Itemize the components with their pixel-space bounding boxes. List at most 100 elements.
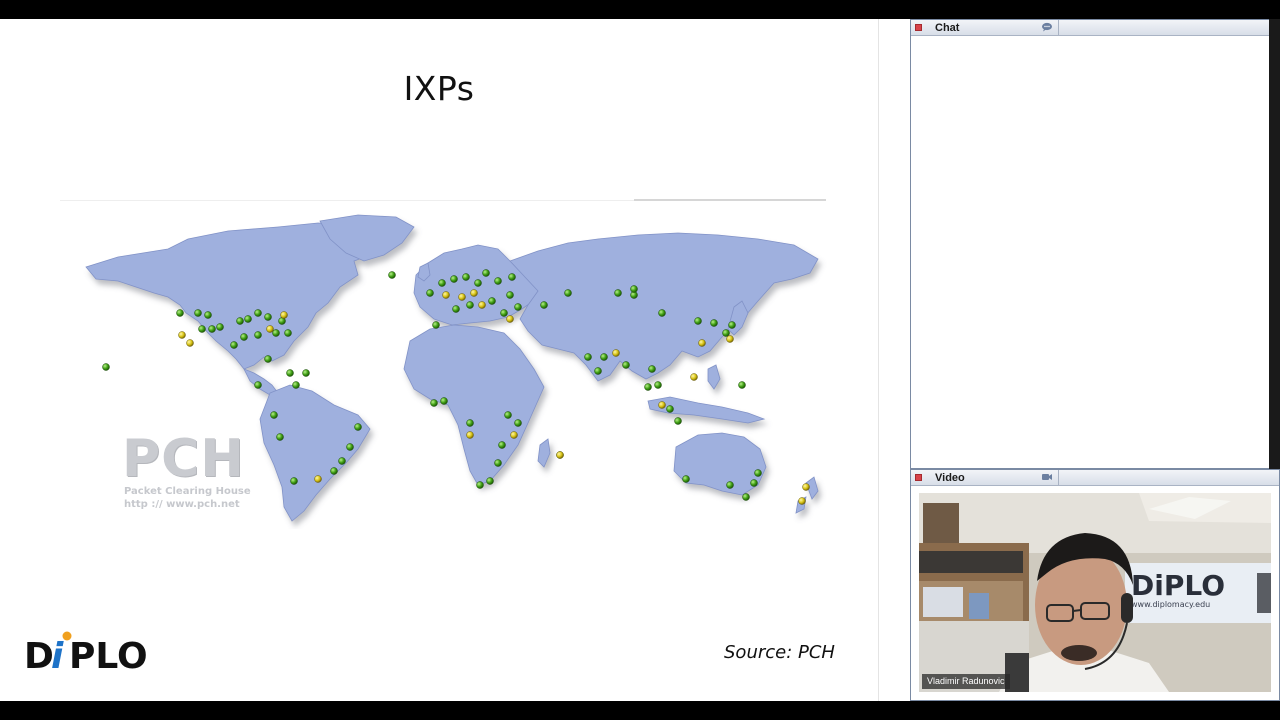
bottom-letterbox <box>0 701 1280 720</box>
ixp-marker-green <box>486 477 494 485</box>
ixp-marker-yellow <box>478 301 486 309</box>
ixp-marker-green <box>682 475 690 483</box>
ixp-marker-yellow <box>178 331 186 339</box>
slide-title: IXPs <box>403 69 475 108</box>
ixp-marker-green <box>264 313 272 321</box>
ixp-marker-green <box>600 353 608 361</box>
ixp-marker-yellow <box>658 401 666 409</box>
continent-central-america <box>243 368 279 396</box>
continent-south-america <box>259 384 371 522</box>
ixp-marker-green <box>694 317 702 325</box>
ixp-marker-green <box>466 419 474 427</box>
ixp-marker-green <box>208 325 216 333</box>
ixp-marker-green <box>540 301 548 309</box>
ixp-marker-green <box>622 361 630 369</box>
ixp-marker-green <box>644 383 652 391</box>
ixp-marker-green <box>438 279 446 287</box>
ixp-marker-yellow <box>470 289 478 297</box>
ixp-marker-yellow <box>442 291 450 299</box>
ixp-marker-green <box>482 269 490 277</box>
ixp-marker-green <box>240 333 248 341</box>
ixp-marker-green <box>276 433 284 441</box>
ixp-marker-green <box>494 459 502 467</box>
ixp-marker-green <box>466 301 474 309</box>
ixp-marker-green <box>302 369 310 377</box>
ixp-marker-green <box>102 363 110 371</box>
ixp-marker-green <box>254 309 262 317</box>
ixp-marker-green <box>264 355 272 363</box>
pch-watermark-line1: Packet Clearing House <box>124 486 251 497</box>
scrollbar[interactable] <box>1269 19 1280 471</box>
svg-text:D: D <box>24 636 54 675</box>
ixp-marker-green <box>286 369 294 377</box>
panel-status-icon <box>915 474 922 481</box>
background-banner-url: www.diplomacy.edu <box>1131 600 1210 609</box>
ixp-marker-green <box>494 277 502 285</box>
ixp-marker-green <box>194 309 202 317</box>
ixp-marker-green <box>500 309 508 317</box>
ixp-marker-green <box>198 325 206 333</box>
pch-watermark-line2: http :// www.pch.net <box>124 499 240 510</box>
panel-header-divider <box>1058 470 1059 486</box>
ixp-marker-green <box>504 411 512 419</box>
continent-africa <box>403 324 545 486</box>
ixp-marker-green <box>584 353 592 361</box>
ixp-marker-green <box>432 321 440 329</box>
ixp-marker-yellow <box>506 315 514 323</box>
ixp-marker-yellow <box>186 339 194 347</box>
ixp-marker-green <box>710 319 718 327</box>
ixp-marker-yellow <box>280 311 288 319</box>
continent-asia <box>509 232 819 382</box>
ixp-marker-green <box>244 315 252 323</box>
ixp-marker-green <box>498 441 506 449</box>
top-letterbox <box>0 0 1280 19</box>
ixp-marker-green <box>674 417 682 425</box>
ixp-marker-green <box>722 329 730 337</box>
ixp-marker-green <box>754 469 762 477</box>
ixp-marker-yellow <box>510 431 518 439</box>
ixp-marker-green <box>440 397 448 405</box>
camera-icon[interactable] <box>1041 472 1053 482</box>
ixp-marker-green <box>254 331 262 339</box>
ixp-marker-green <box>330 467 338 475</box>
video-panel[interactable]: Video DiPLO www.diplomacy.edu Vladimir R… <box>910 469 1280 701</box>
ixp-marker-green <box>514 419 522 427</box>
ixp-marker-green <box>354 423 362 431</box>
panel-header-divider <box>1058 20 1059 36</box>
ixp-marker-green <box>474 279 482 287</box>
ixp-marker-green <box>750 479 758 487</box>
source-caption: Source: PCH <box>724 642 835 663</box>
pch-watermark: PCH Packet Clearing House http :// www.p… <box>122 433 272 523</box>
ixp-marker-green <box>452 305 460 313</box>
ixp-marker-green <box>284 329 292 337</box>
ixp-marker-green <box>508 273 516 281</box>
ixp-marker-green <box>564 289 572 297</box>
video-panel-header[interactable]: Video <box>911 470 1279 486</box>
ixp-marker-yellow <box>266 325 274 333</box>
ixp-marker-yellow <box>466 431 474 439</box>
ixp-marker-green <box>648 365 656 373</box>
ixp-marker-green <box>292 381 300 389</box>
ixp-marker-green <box>614 289 622 297</box>
continent-new-zealand <box>795 476 819 514</box>
ixp-marker-green <box>462 273 470 281</box>
video-panel-title: Video <box>935 472 965 484</box>
ixp-marker-green <box>290 477 298 485</box>
chat-panel[interactable]: Chat <box>910 19 1280 471</box>
continent-indonesia <box>647 396 766 424</box>
ixp-marker-yellow <box>690 373 698 381</box>
ixp-marker-green <box>726 481 734 489</box>
ixp-marker-green <box>176 309 184 317</box>
chat-bubble-icon[interactable] <box>1041 22 1053 32</box>
ixp-marker-green <box>738 381 746 389</box>
ixp-marker-green <box>388 271 396 279</box>
presenter-video[interactable]: DiPLO www.diplomacy.edu Vladimir Radunov… <box>919 493 1271 692</box>
ixp-marker-green <box>728 321 736 329</box>
ixp-marker-yellow <box>726 335 734 343</box>
ixp-marker-yellow <box>798 497 806 505</box>
ixp-marker-green <box>594 367 602 375</box>
pch-watermark-big: PCH <box>122 429 245 489</box>
chat-panel-header[interactable]: Chat <box>911 20 1279 36</box>
ixp-marker-yellow <box>314 475 322 483</box>
ixp-marker-green <box>346 443 354 451</box>
